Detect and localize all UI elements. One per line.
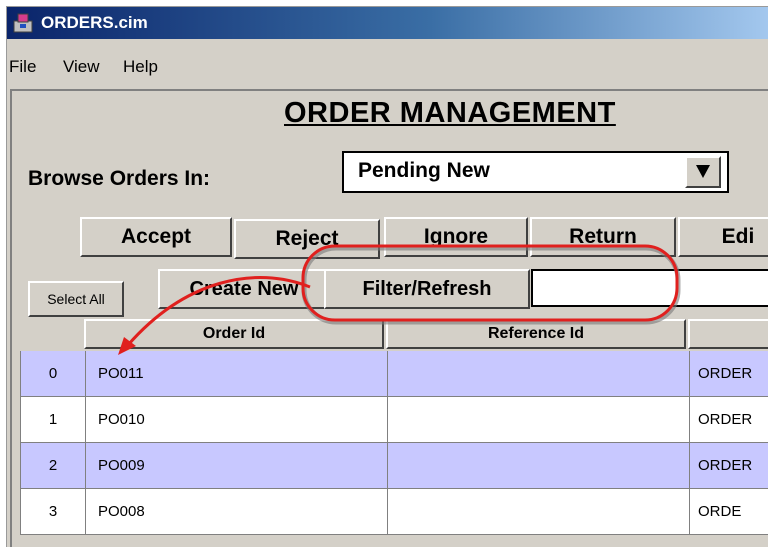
triangle-down-icon [696,165,710,178]
row-index: 2 [20,443,86,489]
accept-button[interactable]: Accept [80,217,232,257]
column-header-status[interactable] [688,319,768,349]
status-cell[interactable]: ORDER [690,443,768,489]
reference-id-cell[interactable] [388,397,690,443]
filter-refresh-button[interactable]: Filter/Refresh [324,269,530,309]
table-row[interactable]: 1 PO010 ORDER [20,397,768,443]
column-header-order-id[interactable]: Order Id [84,319,384,349]
reference-id-cell[interactable] [388,351,690,397]
menu-file[interactable]: File [9,57,36,77]
select-all-button[interactable]: Select All [28,281,124,317]
filter-input[interactable] [531,269,768,307]
order-id-cell[interactable]: PO009 [86,443,388,489]
return-button[interactable]: Return [530,217,676,257]
row-index: 3 [20,489,86,535]
order-id-cell[interactable]: PO011 [86,351,388,397]
title-bar[interactable]: ORDERS.cim [7,7,768,39]
dropdown-arrow-button[interactable] [685,156,721,188]
ignore-button[interactable]: Ignore [384,217,528,257]
window-title: ORDERS.cim [41,13,148,32]
reference-id-cell[interactable] [388,443,690,489]
row-index: 1 [20,397,86,443]
table-row[interactable]: 3 PO008 ORDE [20,489,768,535]
status-cell[interactable]: ORDER [690,397,768,443]
table-row[interactable]: 2 PO009 ORDER [20,443,768,489]
reference-id-cell[interactable] [388,489,690,535]
status-cell[interactable]: ORDER [690,351,768,397]
order-id-cell[interactable]: PO010 [86,397,388,443]
browse-orders-label: Browse Orders In: [28,167,211,190]
create-new-button[interactable]: Create New [158,269,330,309]
order-id-cell[interactable]: PO008 [86,489,388,535]
status-cell[interactable]: ORDE [690,489,768,535]
order-management-panel: ORDER MANAGEMENT Browse Orders In: Pendi… [10,89,768,547]
dropdown-selected-value: Pending New [358,159,490,182]
table-row[interactable]: 0 PO011 ORDER [20,351,768,397]
application-window: ORDERS.cim File View Help ORDER MANAGEME… [6,6,768,547]
menu-view[interactable]: View [63,57,100,77]
row-index: 0 [20,351,86,397]
order-folder-dropdown[interactable]: Pending New [342,151,729,193]
column-header-reference-id[interactable]: Reference Id [386,319,686,349]
menu-bar: File View Help [7,39,768,85]
reject-button[interactable]: Reject [234,219,380,259]
edit-button[interactable]: Edi [678,217,768,257]
page-title: ORDER MANAGEMENT [284,97,616,129]
app-icon [13,13,33,33]
menu-help[interactable]: Help [123,57,158,77]
